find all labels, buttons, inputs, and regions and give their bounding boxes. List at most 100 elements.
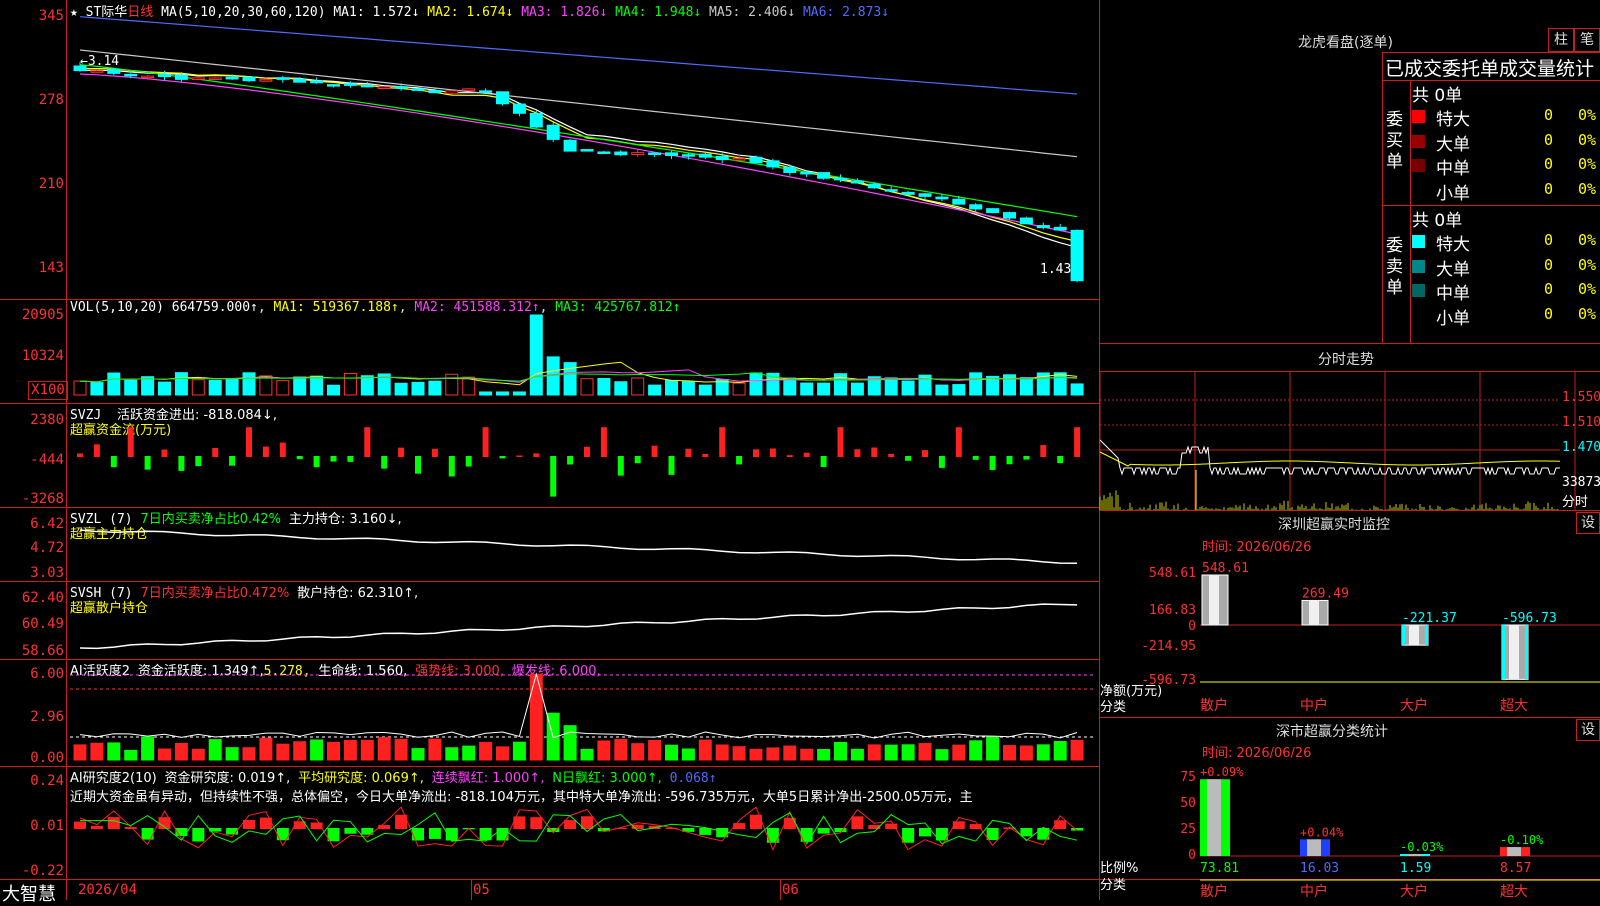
volume-bar [631,377,645,396]
activity-bar [377,737,391,761]
volume-bar [310,375,324,396]
fund-flow-bar [330,456,337,462]
research-bar [919,828,931,837]
class-settings-button[interactable]: 设 [1576,719,1600,741]
fund-flow-bar [381,456,388,469]
fund-flow-bar [702,453,709,457]
research-bar [902,828,915,843]
fund-flow-bar [279,442,286,457]
volume-bar [648,384,662,396]
volume-bar [124,379,138,396]
activity-bar [158,748,171,761]
research-bar [74,821,86,829]
volume-bar [698,384,712,396]
candle-body [698,153,712,158]
fund-flow-bar [229,456,236,466]
order-count: 0 [1544,179,1554,198]
order-row: 大单 0 0% [1412,255,1600,280]
fund-flow-bar [144,456,151,470]
activity-bar [986,736,1000,761]
research-bar [783,817,796,829]
fund-flow-bar [110,456,117,468]
bar-value-label: -596.73 [1502,611,1557,626]
activity-bar [428,738,442,761]
volume-bar [191,379,205,396]
activity-bar [496,746,509,761]
activity-bar [529,673,543,761]
activity-bar [411,748,425,761]
candle-body [817,172,831,179]
order-count: 0 [1544,231,1554,249]
order-pct: 0% [1578,106,1597,124]
candle-body [293,78,307,83]
candle-body [174,74,188,80]
candle-body [732,158,746,161]
fund-flow-bar [161,449,168,457]
candle-body [1036,225,1050,229]
order-count: 0 [1544,106,1554,124]
order-pct: 0% [1578,155,1597,173]
activity-bar [208,739,222,761]
tick-view-button[interactable]: 笔 [1574,28,1600,52]
candle-body [1019,217,1033,225]
intraday-price-line [1099,439,1560,476]
candle-body [631,152,645,156]
volume-bar [141,376,155,396]
candle-body [462,88,476,91]
color-swatch [1412,235,1425,248]
fund-flow-bar [212,447,219,457]
volume-bar [394,382,408,396]
order-pct: 0% [1578,130,1597,149]
candle-body [952,198,966,205]
candle-body [276,77,290,80]
fund-flow-bar [1006,456,1013,465]
candle-body [614,151,628,156]
activity-bar [834,741,847,761]
activity-bar [107,742,121,761]
column-view-button[interactable]: 柱 [1548,28,1574,52]
candle-body [360,84,374,88]
color-swatch [1412,308,1425,322]
research-bar [90,825,103,829]
category-label: 中户 [1300,883,1328,900]
net-amount-bar-highlight [1309,600,1319,625]
candle-body [546,124,560,140]
order-row: 小单 0 0% [1412,179,1600,204]
candle-body [394,86,408,89]
research-bar [834,828,847,833]
activity-bar [766,747,780,761]
activity-bar [952,744,966,761]
fund-flow-bar [922,450,928,457]
volume-bar [969,372,983,396]
research-bar [327,828,340,842]
ma-line [79,16,1078,95]
volume-bar [158,381,171,396]
monitor-settings-button[interactable]: 设 [1576,512,1600,534]
candle-body [648,152,662,155]
activity-bar [1036,744,1050,761]
order-pct: 0% [1578,255,1597,274]
activity-bar [141,736,155,761]
volume-bar [597,377,611,396]
category-label: 超大 [1500,884,1528,900]
order-row: 小单 0 0% [1412,304,1600,329]
fund-flow-bar [871,447,878,457]
candle-body [158,74,171,78]
ma-line [79,73,1078,235]
fund-flow-bar [550,456,557,497]
candle-body [377,86,391,89]
volume-bar [580,378,594,396]
order-pct: 0% [1578,280,1597,298]
activity-bar [445,747,459,761]
candle-body [597,151,611,154]
fund-flow-bar [262,446,269,457]
volume-bar [884,377,898,396]
fund-flow-bar [753,449,759,457]
fund-flow-bar [600,427,607,457]
candle-body [343,83,357,86]
activity-bar [310,739,324,761]
fund-flow-bar [516,455,523,457]
activity-bar [276,743,290,761]
research-bar [124,827,137,829]
delta-label: -0.10% [1500,833,1544,847]
